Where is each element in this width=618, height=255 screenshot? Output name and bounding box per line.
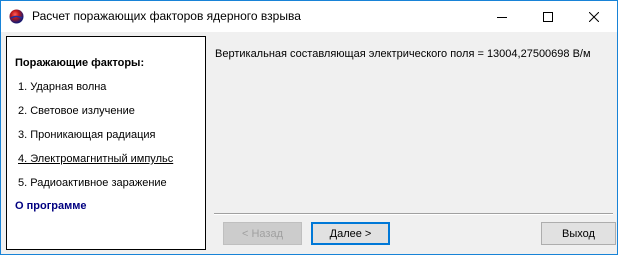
emp-result-text: Вертикальная составляющая электрического… <box>215 48 591 60</box>
client-area: Поражающие факторы: 1. Ударная волна 2. … <box>1 32 617 254</box>
minimize-button[interactable] <box>479 1 525 32</box>
sidebar-item-light-radiation[interactable]: 2. Световое излучение <box>18 105 135 117</box>
maximize-button[interactable] <box>525 1 571 32</box>
sidebar-item-emp[interactable]: 4. Электромагнитный импульс <box>18 153 173 165</box>
next-button[interactable]: Далее > <box>311 222 390 245</box>
exit-button[interactable]: Выход <box>541 222 616 245</box>
window-title: Расчет поражающих факторов ядерного взры… <box>32 9 301 23</box>
sidebar-item-radioactive-contamination[interactable]: 5. Радиоактивное заражение <box>18 177 167 189</box>
minimize-icon <box>497 16 507 18</box>
title-bar[interactable]: Расчет поражающих факторов ядерного взры… <box>1 1 617 32</box>
about-link[interactable]: О программе <box>15 200 87 212</box>
globe-app-icon <box>9 9 24 24</box>
divider-highlight <box>214 214 613 215</box>
close-button[interactable] <box>571 1 617 32</box>
close-icon <box>589 11 599 22</box>
maximize-icon <box>543 11 553 22</box>
main-window: Расчет поражающих факторов ядерного взры… <box>0 0 618 255</box>
sidebar-item-shock-wave[interactable]: 1. Ударная волна <box>18 81 106 93</box>
sidebar-item-penetrating-radiation[interactable]: 3. Проникающая радиация <box>18 129 156 141</box>
back-button[interactable]: < Назад <box>223 222 302 245</box>
factors-sidebar: Поражающие факторы: 1. Ударная волна 2. … <box>6 36 206 250</box>
sidebar-heading: Поражающие факторы: <box>15 57 145 69</box>
